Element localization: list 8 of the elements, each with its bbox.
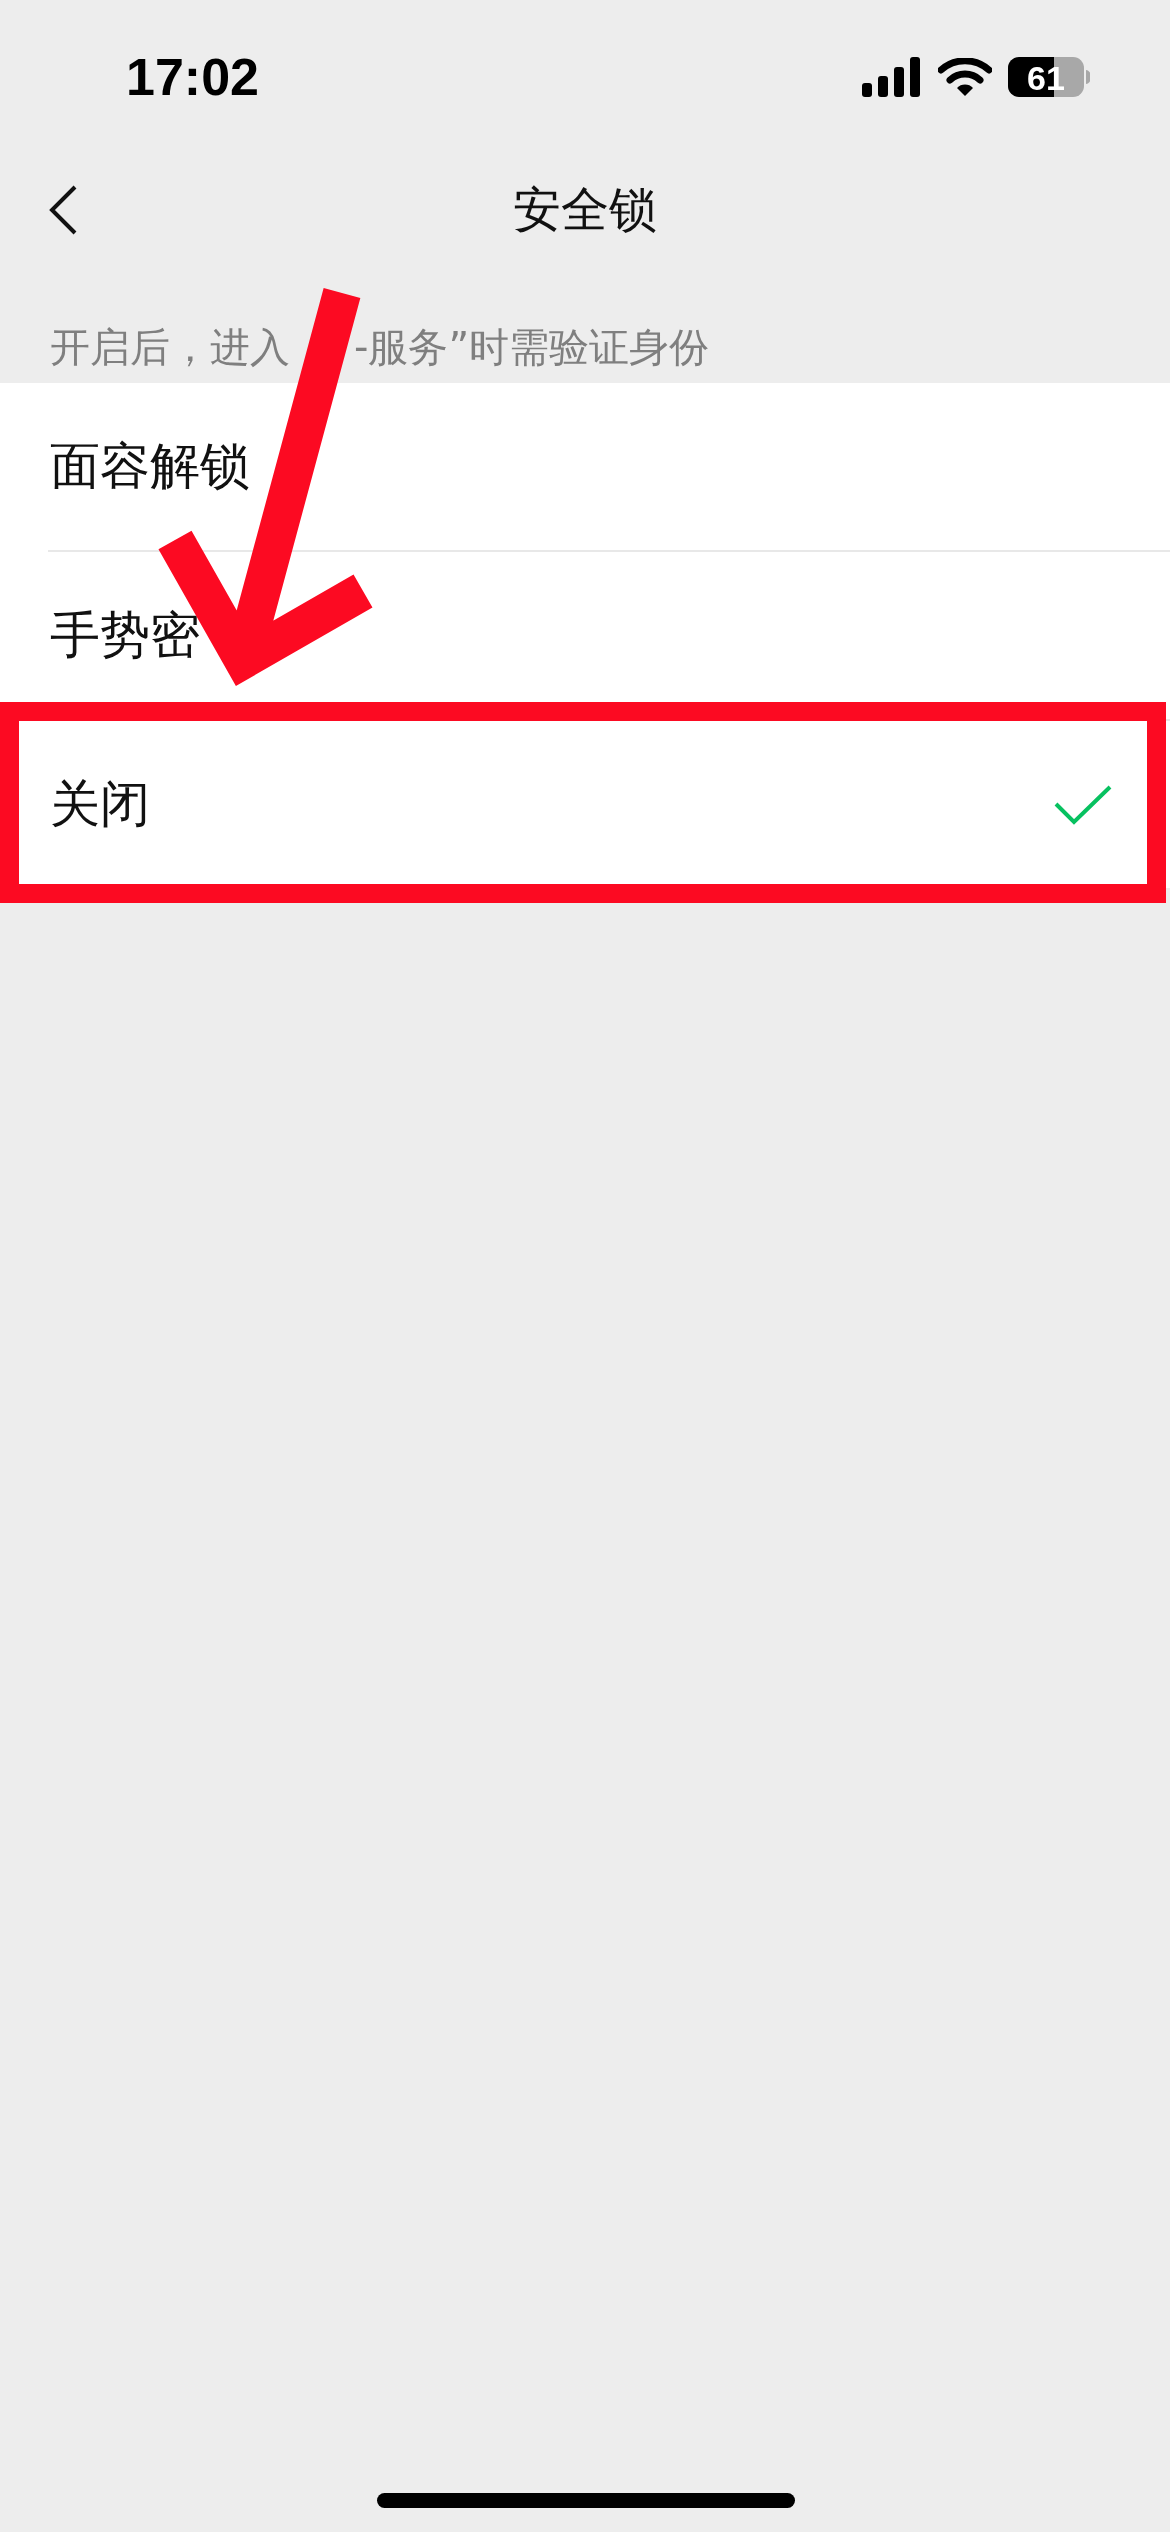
status-time: 17:02 [126,51,259,103]
back-chevron-icon [48,185,78,235]
page-title: 安全锁 [513,180,657,239]
hint-text: -服务”时需验证身份 [354,323,710,372]
option-item[interactable]: 面容解锁 [0,383,1170,550]
wifi-icon [938,58,992,96]
signal-icon [862,57,922,97]
hint-text: 开启后，进入 [50,323,290,372]
